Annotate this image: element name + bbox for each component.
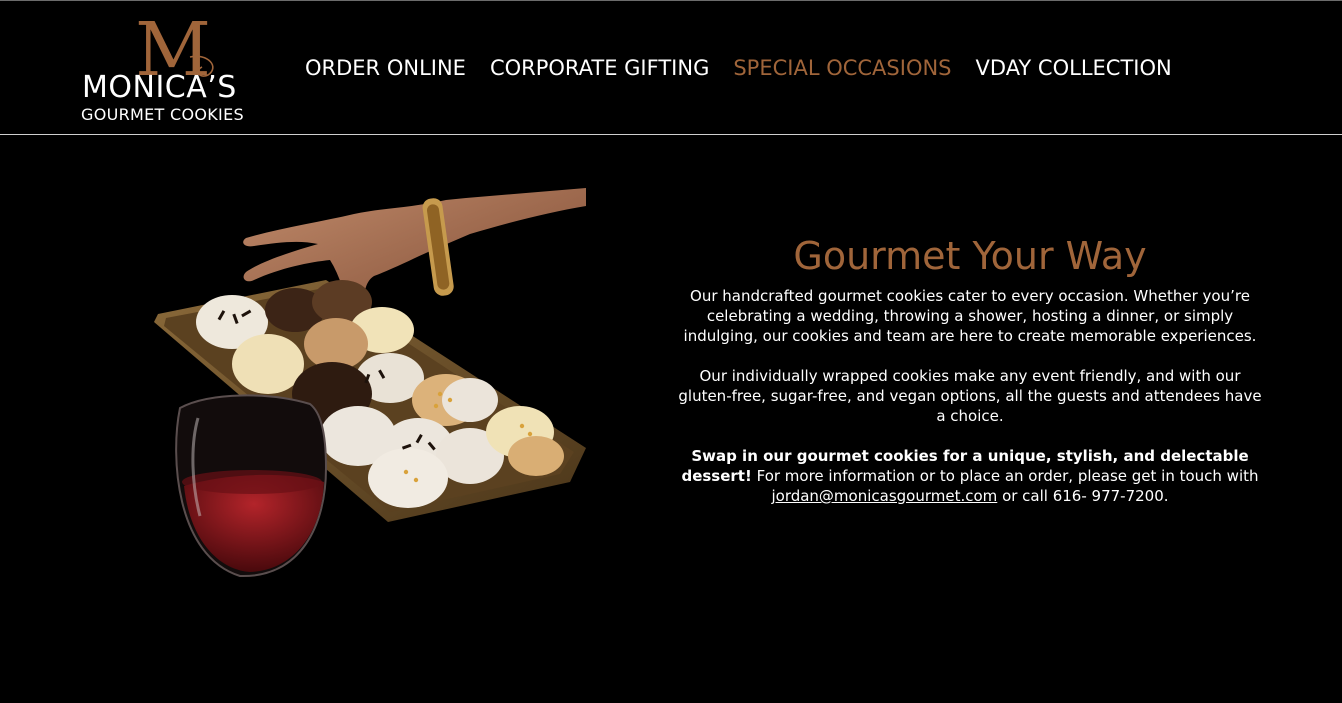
contact-paragraph: Swap in our gourmet cookies for a unique… xyxy=(672,446,1268,506)
nav-order-online[interactable]: ORDER ONLINE xyxy=(305,52,466,84)
nav-vday-collection[interactable]: VDAY COLLECTION xyxy=(976,52,1172,84)
nav-corporate-gifting[interactable]: CORPORATE GIFTING xyxy=(490,52,709,84)
logo-name: MONICA’S xyxy=(82,70,237,105)
logo-link[interactable]: M MONICA’S GOURMET COOKIES xyxy=(78,9,274,129)
intro-paragraph: Our handcrafted gourmet cookies cater to… xyxy=(683,287,1257,345)
main-nav: ORDER ONLINE CORPORATE GIFTING SPECIAL O… xyxy=(305,51,1172,85)
gourmet-content: Gourmet Your Way Our handcrafted gourmet… xyxy=(672,230,1268,506)
wine-surface xyxy=(182,470,322,494)
cookie xyxy=(368,448,448,508)
section-title: Gourmet Your Way xyxy=(793,234,1147,278)
cta-text: For more information or to place an orde… xyxy=(751,467,1259,485)
logo-tagline: GOURMET COOKIES xyxy=(81,105,244,124)
hero-cookies-image xyxy=(154,188,587,578)
phone-text: or call 616- 977-7200. xyxy=(997,487,1169,505)
options-paragraph: Our individually wrapped cookies make an… xyxy=(678,367,1262,425)
page: M MONICA’S GOURMET COOKIES ORDER ONLINE … xyxy=(0,0,1342,703)
cookie xyxy=(232,334,304,394)
site-header: M MONICA’S GOURMET COOKIES ORDER ONLINE … xyxy=(0,1,1342,135)
cookie xyxy=(508,436,564,476)
nav-special-occasions[interactable]: SPECIAL OCCASIONS xyxy=(733,52,951,84)
email-link[interactable]: jordan@monicasgourmet.com xyxy=(771,487,997,505)
